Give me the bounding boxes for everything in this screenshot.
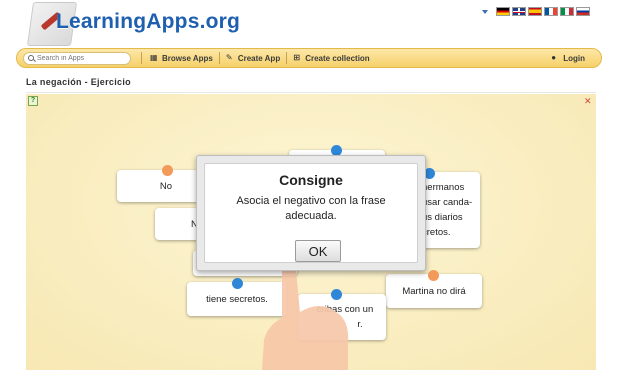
- dialog-title: Consigne: [279, 172, 343, 188]
- instructions-dialog: Consigne Asocia el negativo con la frase…: [196, 155, 426, 271]
- dialog-body: Consigne Asocia el negativo con la frase…: [204, 163, 418, 263]
- ok-button[interactable]: OK: [295, 240, 341, 262]
- dialog-message: Asocia el negativo con la frase adecuada…: [236, 195, 386, 222]
- page: LearningApps.org ▦ Browse Apps ✎ Create …: [0, 0, 620, 370]
